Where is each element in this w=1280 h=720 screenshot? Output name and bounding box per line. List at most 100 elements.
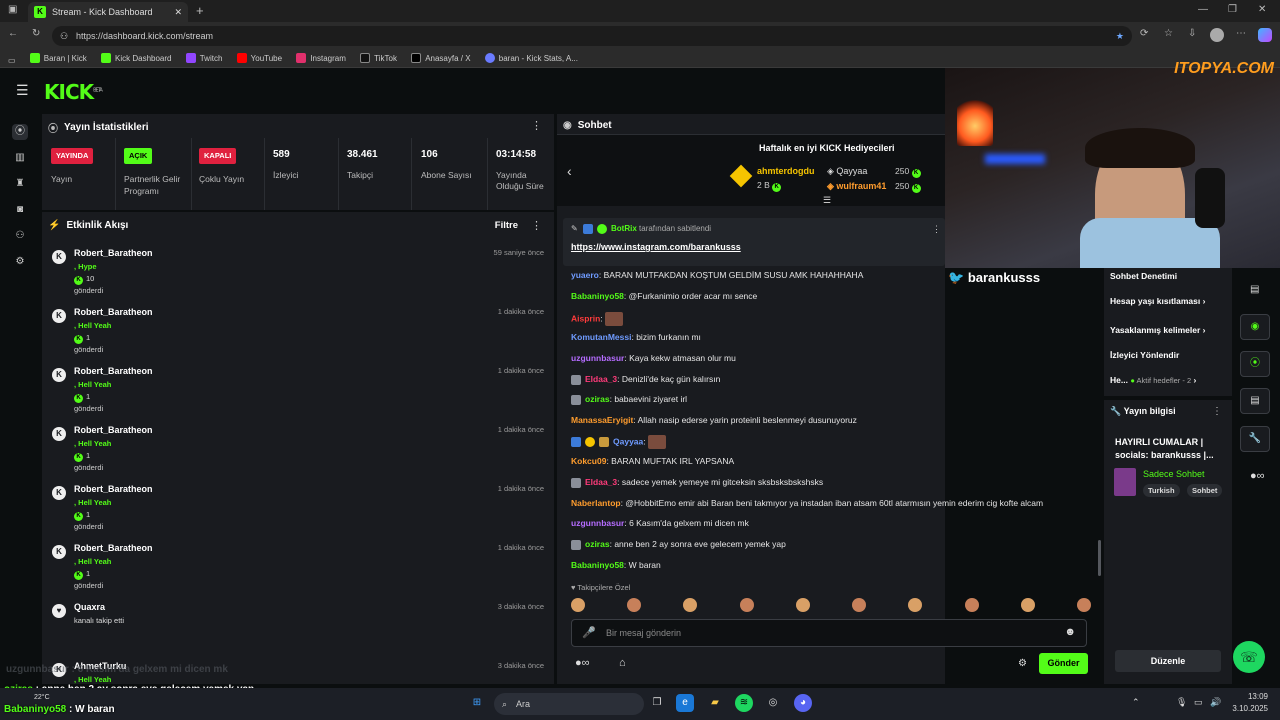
misc-tool-icon[interactable]: ●∞ [1250, 470, 1265, 482]
account-age-row[interactable]: Hesap yaşı kısıtlaması › [1110, 296, 1205, 306]
sidebar-settings-icon[interactable]: ⚙ [12, 254, 28, 270]
close-tab-icon[interactable]: ✕ [174, 7, 182, 18]
quick-emote-icon[interactable] [739, 598, 754, 612]
emoji-icon[interactable]: ☻ [1064, 626, 1076, 638]
microphone-icon[interactable]: 🎤 [582, 626, 596, 639]
broadcast-toggle-icon[interactable]: ⦿ [1240, 351, 1270, 377]
extensions-icon[interactable]: ⟳ [1140, 28, 1148, 39]
quick-emote-icon[interactable] [1020, 598, 1035, 612]
profile-avatar[interactable] [1210, 28, 1224, 42]
activity-username[interactable]: Quaxra [74, 602, 105, 612]
quick-emote-icon[interactable] [627, 598, 642, 612]
url-bar[interactable]: ⚇ https://dashboard.kick.com/stream ★ [52, 26, 1132, 46]
taskbar-search[interactable]: ⌕ Ara [494, 693, 644, 715]
chat-username[interactable]: Aisprin [571, 313, 600, 323]
volume-icon[interactable]: 🔊 [1210, 697, 1221, 708]
hamburger-menu-icon[interactable]: ☰ [16, 82, 29, 99]
sidebar-analytics-icon[interactable]: ▥ [12, 150, 28, 166]
top3-row[interactable]: ◈ wulfraum41 [827, 181, 886, 192]
bookmark-item[interactable]: baran - Kick Stats, A... [484, 53, 578, 63]
kick-points-icon[interactable]: ●∞ [575, 657, 590, 669]
activity-username[interactable]: Robert_Baratheon [74, 543, 153, 553]
clock-date[interactable]: 3.10.2025 [1226, 704, 1268, 713]
new-tab-icon[interactable]: + [196, 3, 204, 18]
sidebar-stream-icon[interactable]: ⦿ [12, 124, 28, 140]
chat-username[interactable]: ManassaEryigit [571, 415, 633, 425]
refresh-icon[interactable]: ↻ [32, 28, 40, 39]
tray-chevron-icon[interactable]: ⌃ [1132, 697, 1140, 708]
edit-button[interactable]: Düzenle [1115, 650, 1221, 672]
pinned-by-user[interactable]: BotRix [611, 224, 637, 233]
bookmark-item[interactable]: Kick Dashboard [101, 53, 172, 63]
back-icon[interactable]: ← [8, 28, 18, 39]
sidebar-trophy-icon[interactable]: ♜ [12, 176, 28, 192]
chat-username[interactable]: yuaero [571, 270, 599, 280]
bookmark-item[interactable]: TikTok [360, 53, 397, 63]
tab-actions-icon[interactable]: ▣ [8, 4, 17, 15]
close-window-icon[interactable]: ✕ [1258, 4, 1266, 15]
quick-emote-icon[interactable] [795, 598, 810, 612]
mic-tray-icon[interactable]: 🎙 [1176, 697, 1187, 708]
quick-emote-icon[interactable] [908, 598, 923, 612]
kick-logo[interactable]: KICKBETA [44, 80, 103, 104]
sidebar-camera-icon[interactable]: ◙ [12, 202, 28, 218]
quick-emote-icon[interactable] [964, 598, 979, 612]
chat-username[interactable]: Qayyaa [613, 436, 643, 446]
chat-username[interactable]: Babaninyo58 [571, 291, 624, 301]
bookmark-item[interactable]: Baran | Kick [29, 53, 87, 63]
bookmark-item[interactable]: YouTube [236, 53, 282, 63]
pinned-link[interactable]: https://www.instagram.com/barankusss [571, 242, 741, 252]
copilot-icon[interactable] [1258, 28, 1272, 42]
activity-username[interactable]: Robert_Baratheon [74, 425, 153, 435]
chat-toggle-icon[interactable]: ◉ [1240, 314, 1270, 340]
activity-username[interactable]: Robert_Baratheon [74, 248, 153, 258]
unpin-icon[interactable]: ⋮ [932, 224, 941, 235]
chat-username[interactable]: Eldaa_3 [585, 477, 617, 487]
bookmark-item[interactable]: Anasayfa / X [411, 53, 471, 63]
top1-name[interactable]: ahmterdogdu [757, 166, 815, 176]
activity-username[interactable]: Robert_Baratheon [74, 484, 153, 494]
chat-scrollbar[interactable] [1098, 540, 1101, 576]
stream-info-more-icon[interactable]: ⋮ [1212, 406, 1222, 417]
bookmark-item[interactable]: Instagram [296, 53, 346, 63]
weather-temp[interactable]: 22°C [34, 694, 50, 701]
quick-emote-icon[interactable] [571, 598, 585, 612]
tag-chip[interactable]: Sohbet [1187, 484, 1223, 497]
favorites-icon[interactable]: ☆ [1164, 28, 1173, 39]
stats-more-icon[interactable]: ⋮ [531, 119, 542, 132]
chat-username[interactable]: KomutanMessi [571, 332, 631, 342]
downloads-icon[interactable]: ⇩ [1188, 28, 1196, 39]
bookmark-reading-icon[interactable]: ▭ [8, 56, 16, 65]
category-name[interactable]: Sadece Sohbet [1143, 469, 1205, 479]
chat-username[interactable]: uzgunnbasur [571, 353, 624, 363]
chat-username[interactable]: oziras [585, 394, 610, 404]
notes-icon[interactable]: ▤ [1250, 284, 1259, 295]
spotify-icon[interactable]: ≋ [735, 694, 753, 712]
banned-words-row[interactable]: Yasaklanmış kelimeler › [1110, 325, 1205, 335]
bookmark-item[interactable]: Twitch [185, 53, 222, 63]
favorite-star-icon[interactable]: ★ [1116, 26, 1124, 46]
file-explorer-icon[interactable]: ▰ [706, 694, 724, 712]
activity-more-icon[interactable]: ⋮ [531, 219, 542, 232]
send-button[interactable]: Gönder [1039, 653, 1088, 674]
activity-username[interactable]: Robert_Baratheon [74, 307, 153, 317]
edge-icon[interactable]: e [676, 694, 694, 712]
top2-row[interactable]: ◈ Qayyaa [827, 166, 867, 177]
browser-tab[interactable]: K Stream - Kick Dashboard ✕ [28, 2, 188, 22]
sidebar-community-icon[interactable]: ⚇ [12, 228, 28, 244]
maximize-icon[interactable]: ❐ [1228, 4, 1237, 15]
chat-username[interactable]: uzgunnbasur [571, 518, 624, 528]
windows-start-icon[interactable]: ⊞ [468, 694, 486, 712]
chat-username[interactable]: Eldaa_3 [585, 374, 617, 384]
network-icon[interactable]: ▭ [1194, 697, 1203, 708]
expand-icon[interactable]: ☰ [823, 195, 831, 206]
tools-toggle-icon[interactable]: 🔧 [1240, 426, 1270, 452]
minimize-icon[interactable]: — [1198, 4, 1208, 15]
goals-row[interactable]: He... ● Aktif hedefler - 2 › [1110, 375, 1196, 385]
site-info-icon[interactable]: ⚇ [60, 26, 68, 46]
tag-chip[interactable]: Turkish [1143, 484, 1180, 497]
task-view-icon[interactable]: ❐ [648, 694, 666, 712]
store-icon[interactable]: ⌂ [619, 657, 626, 669]
chat-username[interactable]: oziras [585, 539, 610, 549]
quick-emote-icon[interactable] [852, 598, 867, 612]
